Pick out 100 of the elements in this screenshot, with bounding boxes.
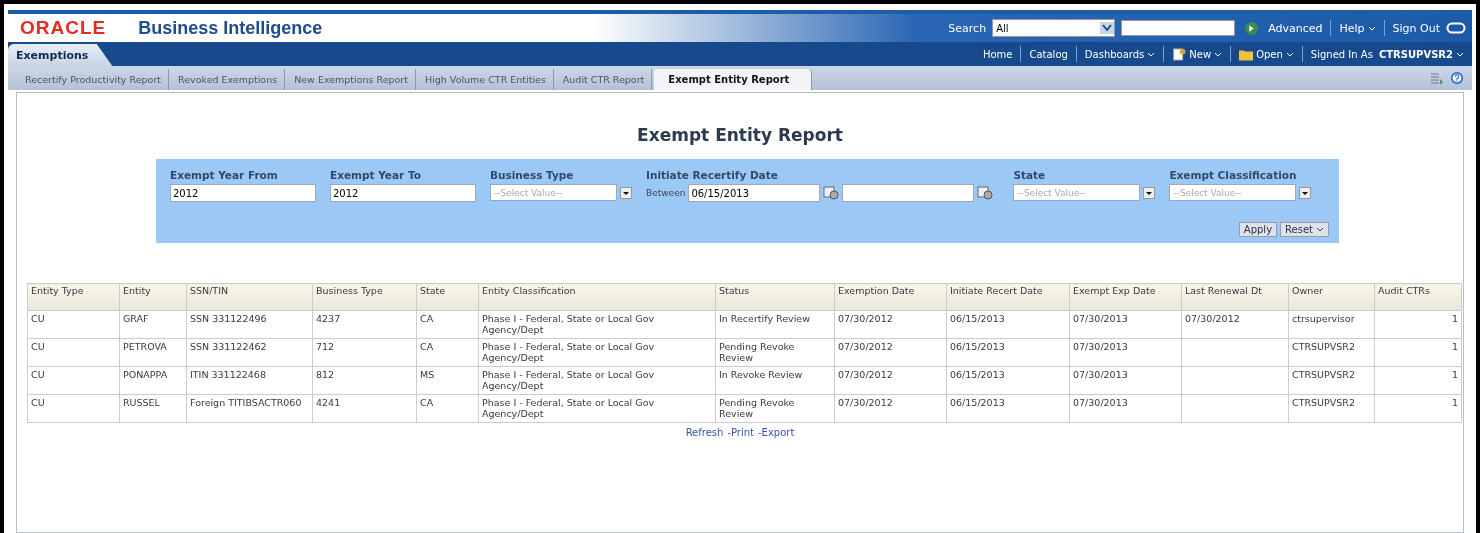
caret-icon [1456, 51, 1464, 57]
column-header[interactable]: Entity [119, 283, 187, 311]
table-cell: 07/30/2012 [838, 397, 893, 408]
table-cell: Foreign TITIBSACTR060 [190, 397, 302, 408]
apply-button[interactable]: Apply [1238, 222, 1278, 237]
table-cell: 06/15/2013 [950, 369, 1005, 380]
report-title: Exempt Entity Report [636, 125, 844, 145]
column-header[interactable]: Owner [1288, 283, 1375, 311]
nav-link[interactable]: Home [982, 48, 1013, 60]
section-tab[interactable]: Exemptions [8, 44, 113, 66]
table-cell: Phase I - Federal, State or Local Gov Agency/Dept [482, 397, 655, 419]
table-cell: 06/15/2013 [950, 397, 1005, 408]
table-cell: CU [31, 341, 45, 352]
advanced-link[interactable]: Advanced [1268, 21, 1323, 35]
table-cell: 07/30/2012 [838, 369, 893, 380]
table-cell: 4241 [316, 397, 341, 408]
table-cell: CTRSUPVSR2 [1292, 397, 1355, 408]
column-header[interactable]: Exemption Date [834, 283, 947, 311]
table-cell: 4237 [316, 313, 341, 324]
table-cell: MS [420, 369, 435, 380]
between-label: Between [646, 188, 686, 198]
sign-out-link[interactable]: Sign Out [1392, 21, 1440, 35]
input-field[interactable]: 2012 [170, 184, 316, 202]
table-cell: 07/30/2012 [1185, 313, 1240, 324]
table-cell: 1 [1451, 313, 1458, 324]
input-field[interactable]: 2012 [330, 184, 476, 202]
column-header[interactable]: Exempt Exp Date [1069, 283, 1182, 311]
date-field[interactable] [842, 184, 975, 202]
nav-link[interactable]: Open [1239, 47, 1294, 61]
page-tab[interactable]: High Volume CTR Entities [418, 69, 554, 90]
page-tab[interactable]: Exempt Entity Report [654, 69, 813, 90]
column-header[interactable]: Entity Classification [478, 283, 716, 311]
signed-in-label: Signed In As [1310, 48, 1373, 60]
new-page-icon [1172, 47, 1187, 61]
column-header[interactable]: State [416, 283, 479, 311]
calendar-icon[interactable] [823, 186, 840, 200]
table-cell: 712 [316, 341, 335, 352]
help-icon[interactable] [1450, 71, 1464, 85]
column-header[interactable]: Last Renewal Dt [1181, 283, 1289, 311]
page-tab[interactable]: New Exemptions Report [287, 69, 416, 90]
filter-label: Exempt Classification [1169, 169, 1298, 181]
table-cell: 06/15/2013 [950, 313, 1005, 324]
table-cell: Phase I - Federal, State or Local Gov Agency/Dept [482, 369, 655, 391]
table-cell: 1 [1451, 341, 1458, 352]
list-icon[interactable] [1430, 71, 1444, 85]
table-cell: SSN 331122462 [190, 341, 267, 352]
nav-link[interactable]: New [1172, 47, 1223, 61]
table-cell: Phase I - Federal, State or Local Gov Agency/Dept [482, 313, 655, 335]
table-cell: PONAPPA [123, 369, 168, 380]
table-cell: CU [31, 313, 45, 324]
page-tab[interactable]: Revoked Exemptions [171, 69, 286, 90]
table-cell: In Revoke Review [719, 369, 803, 380]
table-cell: 07/30/2012 [838, 313, 893, 324]
search-field[interactable] [1121, 20, 1236, 36]
table-cell: CU [31, 397, 45, 408]
filter-label: Initiate Recertify Date [646, 169, 779, 181]
table-cell: 06/15/2013 [950, 341, 1005, 352]
table-cell: Pending Revoke Review [719, 397, 795, 419]
table-cell: Pending Revoke Review [719, 341, 795, 363]
go-icon[interactable] [1245, 21, 1259, 35]
table-cell: 07/30/2013 [1073, 341, 1128, 352]
calendar-icon[interactable] [977, 186, 994, 200]
footer-link[interactable]: -Print [727, 427, 754, 438]
caret-icon [1214, 51, 1223, 57]
table-cell: PETROVA [123, 341, 167, 352]
table-cell: CTRSUPVSR2 [1292, 369, 1355, 380]
help-menu[interactable]: Help [1339, 21, 1376, 35]
user-menu[interactable]: CTRSUPVSR2 [1378, 48, 1464, 60]
dropdown-arrow-icon [1100, 22, 1115, 34]
caret-icon [1285, 51, 1294, 57]
table-cell: Phase I - Federal, State or Local Gov Agency/Dept [482, 341, 655, 363]
table-cell: RUSSEL [123, 397, 160, 408]
table-cell: GRAF [123, 313, 149, 324]
search-label: Search [948, 21, 987, 35]
footer-link[interactable]: -Export [758, 427, 795, 438]
column-header[interactable]: Entity Type [27, 283, 120, 311]
date-field[interactable]: 06/15/2013 [688, 184, 821, 202]
column-header[interactable]: Audit CTRs [1374, 283, 1462, 311]
column-header[interactable]: Business Type [312, 283, 417, 311]
table-cell: CA [420, 341, 434, 352]
table-cell: CU [31, 369, 45, 380]
page-tab[interactable]: Recertify Productivity Report [18, 69, 169, 90]
table-cell: ITIN 331122468 [190, 369, 266, 380]
nav-link[interactable]: Catalog [1029, 48, 1068, 60]
table-cell: CA [420, 397, 434, 408]
search-scope-dropdown[interactable]: All [992, 19, 1116, 37]
column-header[interactable]: SSN/TIN [186, 283, 313, 311]
nav-link[interactable]: Dashboards [1084, 48, 1156, 60]
table-cell: 1 [1451, 369, 1458, 380]
reset-button[interactable]: Reset [1280, 222, 1329, 237]
table-cell: CA [420, 313, 434, 324]
table-cell: SSN 331122496 [190, 313, 267, 324]
filter-label: Business Type [490, 169, 575, 181]
page-tab[interactable]: Audit CTR Report [555, 69, 653, 90]
table-cell: 812 [316, 369, 335, 380]
column-header[interactable]: Initiate Recert Date [946, 283, 1070, 311]
table-cell: 1 [1451, 397, 1458, 408]
footer-link[interactable]: Refresh [685, 427, 724, 438]
column-header[interactable]: Status [715, 283, 835, 311]
table-cell: ctrsupervisor [1292, 313, 1355, 324]
